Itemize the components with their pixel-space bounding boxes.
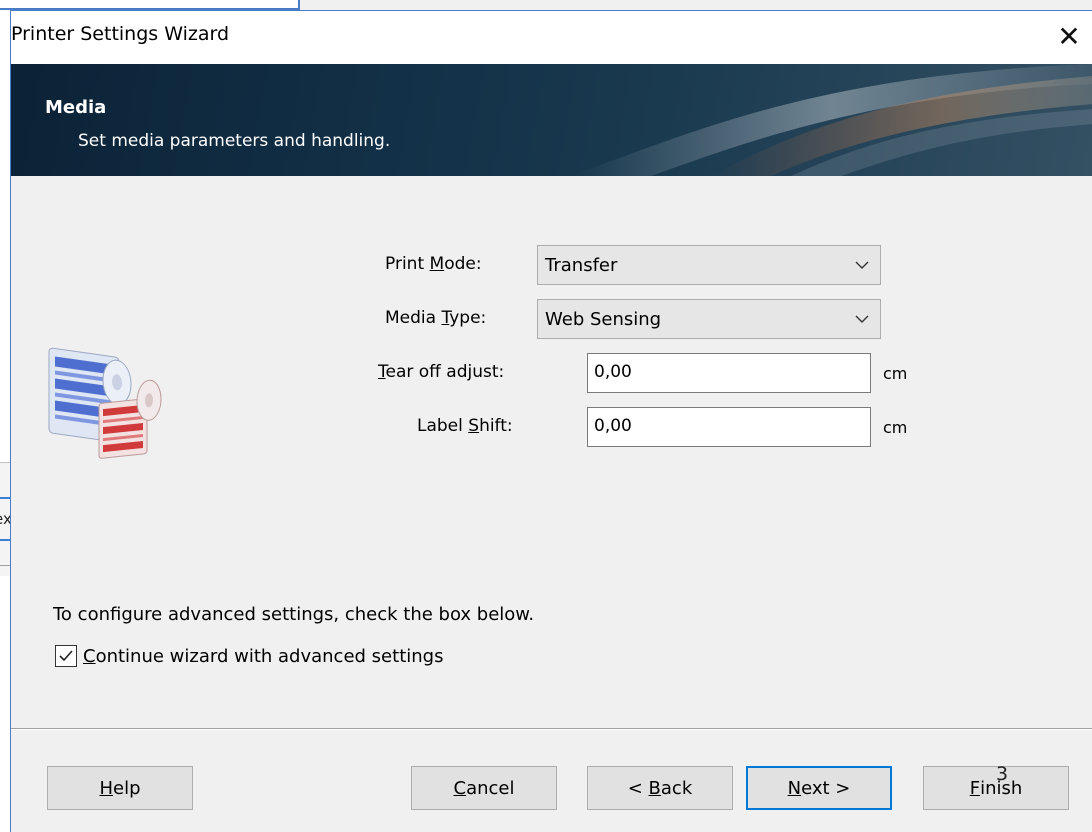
chevron-down-icon bbox=[855, 315, 869, 323]
overlay-step-number: 3 bbox=[996, 763, 1009, 785]
dialog-title: Printer Settings Wizard bbox=[11, 23, 230, 45]
label-shift-input[interactable]: 0,00 bbox=[587, 407, 871, 447]
advanced-settings-checkbox-row[interactable]: Continue wizard with advanced settings bbox=[55, 644, 443, 668]
print-mode-select[interactable]: Transfer bbox=[537, 245, 881, 285]
label-shift-unit: cm bbox=[883, 418, 908, 437]
tear-off-unit: cm bbox=[883, 364, 908, 383]
advanced-settings-checkbox[interactable] bbox=[55, 645, 77, 667]
label-shift-label: Label Shift: bbox=[417, 416, 513, 436]
wizard-banner: Media Set media parameters and handling. bbox=[11, 64, 1092, 176]
print-mode-label: Print Mode: bbox=[385, 254, 482, 274]
banner-heading: Media bbox=[45, 97, 107, 118]
advanced-settings-checkbox-label: Continue wizard with advanced settings bbox=[83, 645, 444, 667]
advanced-settings-info: To configure advanced settings, check th… bbox=[53, 604, 535, 625]
label-rolls-icon bbox=[48, 347, 162, 459]
title-bar[interactable]: Printer Settings Wizard ✕ bbox=[11, 11, 1092, 64]
media-type-select[interactable]: Web Sensing bbox=[537, 299, 881, 339]
close-icon[interactable]: ✕ bbox=[1046, 15, 1092, 59]
printer-settings-dialog: Printer Settings Wizard ✕ Media Set medi… bbox=[10, 10, 1092, 832]
cancel-button[interactable]: Cancel bbox=[411, 766, 557, 810]
media-type-value: Web Sensing bbox=[545, 309, 662, 330]
banner-subheading: Set media parameters and handling. bbox=[78, 131, 391, 151]
tear-off-adjust-label: Tear off adjust: bbox=[378, 362, 505, 382]
tear-off-adjust-input[interactable]: 0,00 bbox=[587, 353, 871, 393]
media-type-label: Media Type: bbox=[385, 308, 487, 328]
checkmark-icon bbox=[59, 650, 73, 662]
help-button[interactable]: Help bbox=[47, 766, 193, 810]
print-mode-value: Transfer bbox=[545, 255, 618, 276]
back-button[interactable]: < Back bbox=[587, 766, 733, 810]
chevron-down-icon bbox=[855, 261, 869, 269]
next-button[interactable]: Next > bbox=[746, 766, 892, 810]
background-window-edge bbox=[0, 0, 300, 10]
footer-separator bbox=[11, 728, 1092, 730]
banner-swoosh-graphic bbox=[571, 64, 1092, 176]
